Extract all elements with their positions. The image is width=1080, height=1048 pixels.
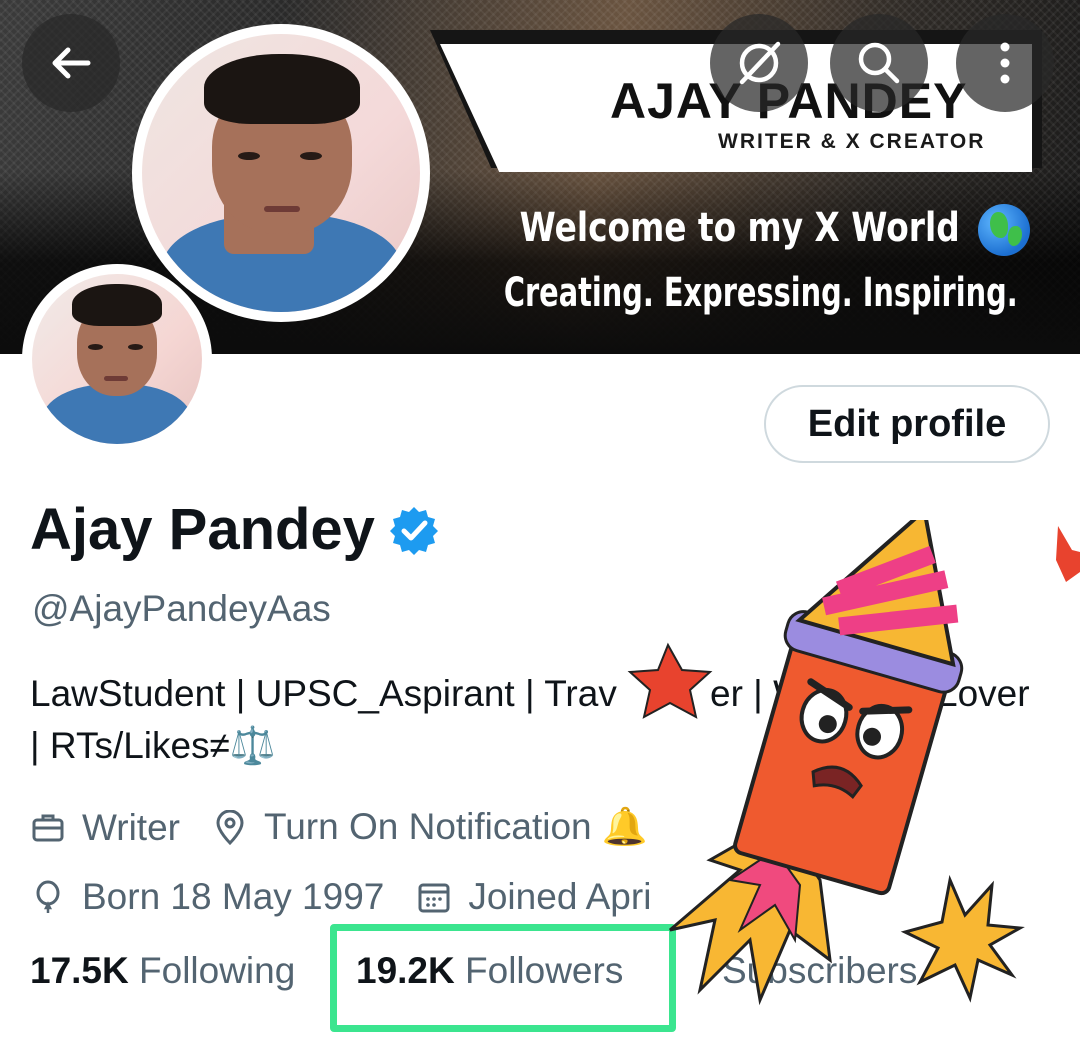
search-icon: [858, 42, 900, 84]
verified-badge-icon[interactable]: [388, 504, 440, 556]
profile-birth-label: Born 18 May 1997: [82, 876, 385, 917]
profile-joined: Joined Apri: [416, 876, 651, 918]
calendar-icon: [418, 883, 450, 913]
search-button[interactable]: [830, 14, 928, 112]
profile-location-label: Turn On Notification 🔔: [263, 806, 648, 847]
grok-button[interactable]: [710, 14, 808, 112]
more-vertical-icon: [1000, 42, 1010, 84]
bio-line-2: | RTs/Likes≠⚖️: [30, 725, 276, 766]
profile-location: Turn On Notification 🔔: [212, 806, 648, 849]
edit-profile-button[interactable]: Edit profile: [764, 385, 1050, 463]
bio-line-1-end: Lover: [937, 673, 1030, 714]
globe-icon: [978, 204, 1030, 256]
arrow-left-icon: [52, 47, 91, 79]
red-star-edge: [1056, 526, 1080, 582]
profile-avatar[interactable]: [22, 264, 212, 454]
balloon-icon: [36, 880, 60, 913]
subscribers-label: Subscribers: [722, 950, 918, 991]
more-button[interactable]: [956, 14, 1054, 112]
followers-highlight-box: [330, 924, 676, 1032]
profile-bio: LawStudent | UPSC_Aspirant | Trav er | W L…: [30, 668, 1060, 772]
location-pin-icon: [216, 809, 244, 845]
profile-handle: @AjayPandeyAas: [32, 588, 331, 629]
profile-category-label: Writer: [82, 806, 180, 848]
yellow-spark: [900, 874, 1025, 1003]
briefcase-icon: [32, 814, 64, 841]
banner-subtitle: WRITER & X CREATOR: [718, 130, 986, 153]
profile-category: Writer: [30, 807, 180, 849]
banner-welcome-text: Welcome to my X World: [519, 205, 960, 251]
bio-line-1-mid: er | W: [710, 673, 808, 714]
profile-name: Ajay Pandey: [30, 497, 375, 562]
following-link[interactable]: 17.5K Following: [30, 950, 295, 992]
profile-meta-row-2: Born 18 May 1997 Joined Apri: [30, 876, 683, 918]
subscribers-link[interactable]: Subscribers: [722, 950, 917, 992]
banner-portrait-photo: [132, 24, 430, 322]
bio-line-1: LawStudent | UPSC_Aspirant | Trav: [30, 673, 617, 714]
profile-birth: Born 18 May 1997: [30, 876, 384, 918]
grok-icon: [739, 41, 781, 85]
profile-meta-row-1: Writer Turn On Notification 🔔: [30, 806, 680, 849]
back-button[interactable]: [22, 14, 120, 112]
banner-tagline: Creating. Expressing. Inspiring.: [504, 270, 1018, 316]
profile-joined-label: Joined Apri: [468, 876, 652, 917]
following-label: Following: [139, 950, 296, 991]
following-count: 17.5K: [30, 950, 129, 991]
